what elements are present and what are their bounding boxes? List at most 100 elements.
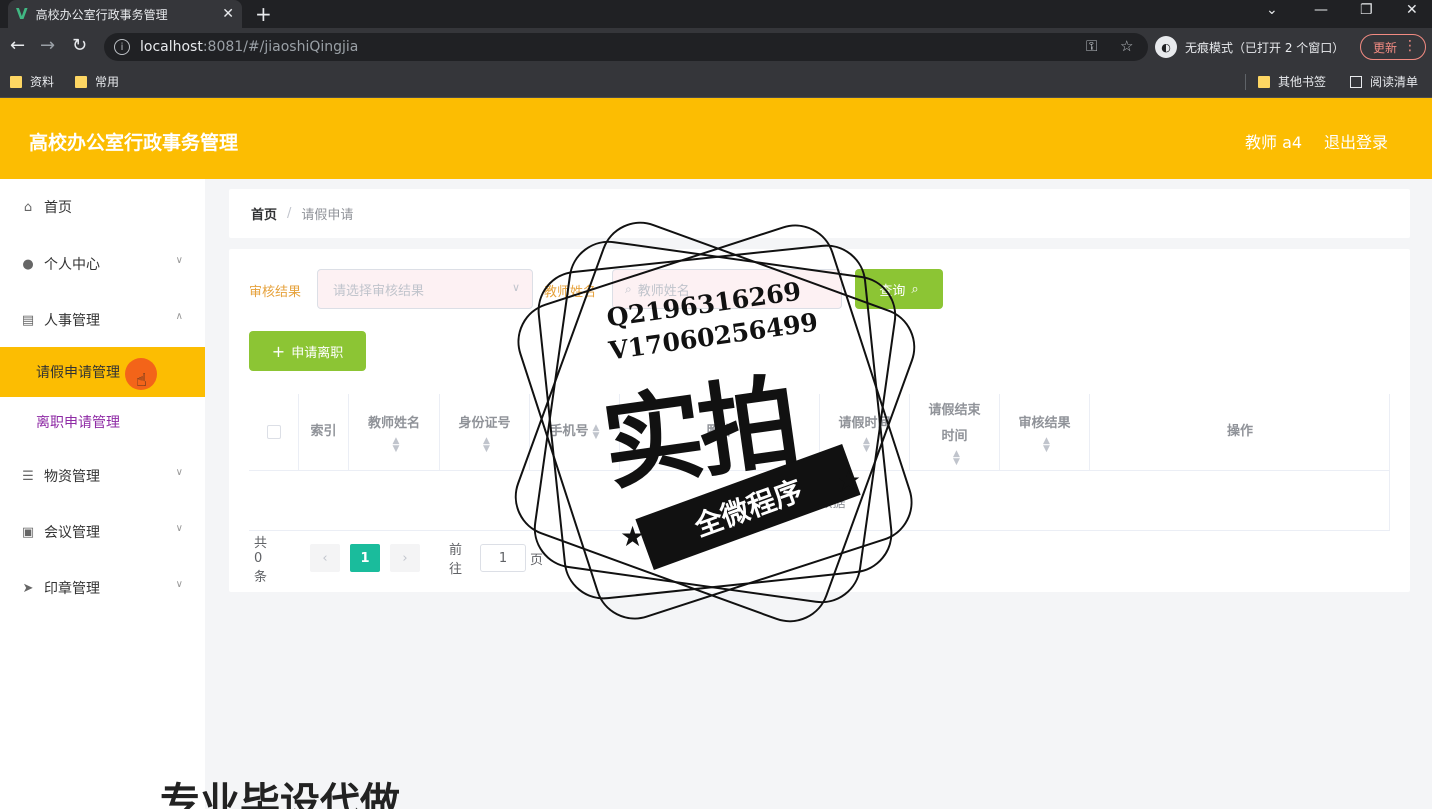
column-header[interactable]: 请假结束时间 ▲ ▼	[910, 394, 1000, 471]
apply-resignation-button[interactable]: + 申请离职	[249, 331, 366, 371]
browser-tab[interactable]: V 高校办公室行政事务管理 ✕	[8, 0, 242, 28]
sort-icon[interactable]: ▲ ▼	[393, 437, 400, 454]
teacher-name-input[interactable]: ⌕ 教师姓名	[612, 269, 842, 309]
breadcrumb-home[interactable]: 首页	[251, 204, 277, 223]
forward-icon[interactable]: →	[40, 36, 55, 56]
select-all-checkbox[interactable]	[266, 425, 281, 439]
goto-page-input[interactable]: 1	[480, 544, 526, 572]
bookmark-folder[interactable]: 资料	[10, 73, 54, 90]
column-label: 审核结果	[1018, 416, 1071, 431]
result-select[interactable]: 请选择审核结果 ∨	[317, 269, 533, 309]
column-label: 请假时间	[838, 416, 891, 431]
restore-icon[interactable]: ❐	[1360, 2, 1373, 18]
sort-icon[interactable]: ▲ ▼	[863, 437, 870, 454]
sort-icon[interactable]: ▲ ▼	[953, 450, 960, 467]
query-button-label: 查询	[879, 283, 906, 299]
send-icon: ➤	[22, 580, 34, 596]
browser-tab-strip: V 高校办公室行政事务管理 ✕ + ⌄ — ❐ ✕	[0, 0, 1432, 28]
submenu-leave-requests[interactable]: 请假申请管理	[0, 347, 205, 397]
update-button[interactable]: 更新 ⋮	[1360, 34, 1426, 60]
search-icon: ⌕	[911, 281, 919, 297]
sidebar-item-label: 人事管理	[44, 313, 100, 329]
column-label: 索引	[310, 424, 337, 439]
name-filter-label: 教师姓名	[544, 285, 597, 300]
sidebar-item-seals[interactable]: ➤ 印章管理 ∨	[0, 563, 205, 613]
column-header[interactable]: 审核结果 ▲ ▼	[1000, 394, 1090, 471]
address-bar: ← → ↻ i localhost:8081/#/jiaoshiQingjia …	[0, 28, 1432, 66]
sidebar-item-label: 首页	[44, 200, 72, 216]
column-header: 照片	[620, 394, 820, 471]
minimize-icon[interactable]: —	[1314, 2, 1328, 18]
site-info-icon[interactable]: i	[114, 39, 130, 55]
column-label: 照片	[706, 424, 733, 439]
calendar-icon: ▣	[21, 524, 35, 540]
hand-cursor-icon: ☝	[136, 370, 147, 391]
sidebar-item-profile[interactable]: ● 个人中心 ∨	[0, 239, 205, 289]
prev-page-button[interactable]: ‹	[310, 544, 340, 572]
chevron-down-icon: ∨	[175, 523, 183, 534]
sort-icon[interactable]: ▲ ▼	[483, 437, 490, 454]
bookmark-label: 阅读清单	[1370, 75, 1419, 89]
reload-icon[interactable]: ↻	[72, 36, 87, 56]
sort-icon[interactable]: ▲ ▼	[1043, 437, 1050, 454]
page-number-current[interactable]: 1	[350, 544, 380, 572]
reading-list[interactable]: 阅读清单	[1350, 73, 1418, 90]
incognito-label: 无痕模式（已打开 2 个窗口）	[1185, 40, 1345, 55]
logout-link[interactable]: 退出登录	[1324, 129, 1388, 153]
vue-logo-icon: V	[16, 5, 28, 23]
select-all-header[interactable]	[249, 394, 299, 471]
next-page-button[interactable]: ›	[390, 544, 420, 572]
folder-icon	[1258, 75, 1270, 88]
home-icon: ⌂	[23, 199, 33, 215]
sidebar-item-label: 物资管理	[44, 469, 100, 485]
column-header[interactable]: 教师姓名 ▲ ▼	[349, 394, 440, 471]
sidebar-item-supplies[interactable]: ☰ 物资管理 ∨	[0, 451, 205, 501]
submenu-label: 离职申请管理	[36, 415, 120, 431]
column-label: 手机号	[549, 424, 589, 439]
sort-icon[interactable]: ▲ ▼	[593, 424, 600, 441]
chevron-down-icon: ∨	[175, 579, 183, 590]
url-path: :8081/#/jiaoshiQingjia	[202, 39, 359, 55]
breadcrumb-current: 请假申请	[301, 208, 354, 223]
table-empty-text: 暂无数据	[793, 496, 846, 511]
submenu-resignation-requests[interactable]: 离职申请管理	[0, 397, 205, 447]
bookmark-star-icon[interactable]: ☆	[1120, 37, 1133, 55]
user-icon: ●	[22, 256, 34, 272]
chevron-down-icon: ∨	[175, 255, 183, 266]
content-panel: 审核结果 请选择审核结果 ∨ 教师姓名 ⌕ 教师姓名 查询 ⌕ + 申请离职 索…	[229, 249, 1410, 592]
app-title: 高校办公室行政事务管理	[29, 132, 239, 154]
sidebar-item-meetings[interactable]: ▣ 会议管理 ∨	[0, 507, 205, 557]
query-button[interactable]: 查询 ⌕	[855, 269, 943, 309]
page-suffix: 页	[530, 552, 544, 568]
folder-icon	[75, 75, 87, 88]
other-bookmarks[interactable]: 其他书签	[1258, 73, 1326, 90]
bookmark-label: 其他书签	[1278, 75, 1327, 89]
result-select-placeholder: 请选择审核结果	[333, 283, 425, 299]
tab-close-icon[interactable]: ✕	[222, 6, 234, 22]
incognito-indicator[interactable]: ◐ 无痕模式（已打开 2 个窗口）	[1155, 34, 1344, 60]
tab-search-icon[interactable]: ⌄	[1266, 2, 1278, 18]
chevron-down-icon: ∨	[175, 467, 183, 478]
tab-title: 高校办公室行政事务管理	[35, 7, 168, 22]
window-close-icon[interactable]: ✕	[1406, 2, 1418, 18]
chevron-up-icon: ∧	[175, 311, 183, 322]
column-header[interactable]: 身份证号 ▲ ▼	[440, 394, 530, 471]
app-header: 高校办公室行政事务管理 教师 a4 退出登录	[0, 98, 1432, 179]
bookmark-folder[interactable]: 常用	[75, 73, 119, 90]
total-count: 共 0 条	[254, 535, 268, 585]
column-header[interactable]: 请假时间 ▲ ▼	[820, 394, 910, 471]
bookmark-divider	[1245, 74, 1246, 90]
clipboard-icon: ▤	[21, 312, 35, 328]
folder-icon	[10, 75, 22, 88]
sidebar-item-personnel[interactable]: ▤ 人事管理 ∧	[0, 295, 205, 345]
more-menu-icon[interactable]: ⋮	[1403, 38, 1417, 54]
url-field[interactable]: i localhost:8081/#/jiaoshiQingjia ⚿ ☆	[104, 33, 1148, 61]
back-icon[interactable]: ←	[10, 36, 25, 56]
column-header[interactable]: 手机号 ▲ ▼	[530, 394, 620, 471]
result-filter-label: 审核结果	[249, 285, 302, 300]
new-tab-button[interactable]: +	[255, 2, 272, 26]
sidebar-item-home[interactable]: ⌂ 首页	[0, 182, 205, 232]
key-icon[interactable]: ⚿	[1086, 37, 1097, 55]
teacher-name-placeholder: 教师姓名	[637, 283, 690, 299]
incognito-icon: ◐	[1155, 36, 1177, 58]
